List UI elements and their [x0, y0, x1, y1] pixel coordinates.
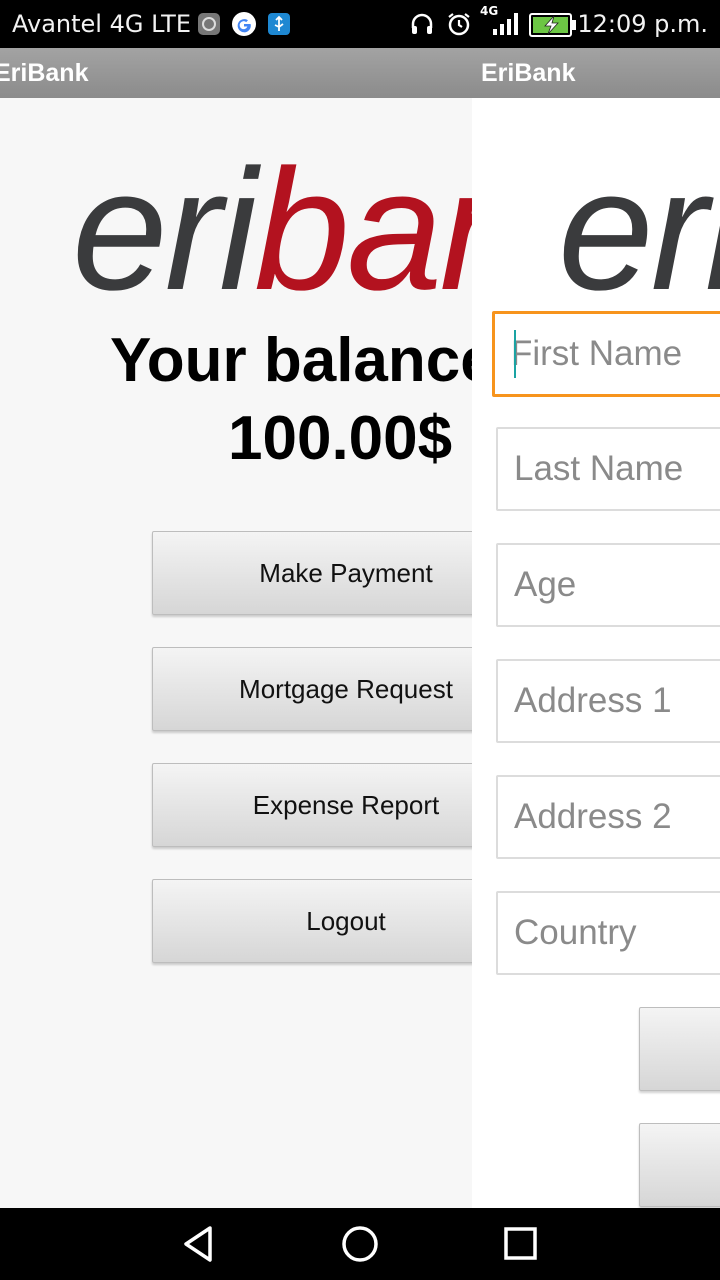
action-bar: EriBank	[472, 48, 720, 98]
balance-label: Your balance	[110, 326, 472, 395]
logout-button[interactable]: Logout	[152, 879, 472, 963]
address-1-input[interactable]	[514, 661, 720, 741]
country-input[interactable]	[514, 893, 720, 973]
back-icon[interactable]	[178, 1224, 222, 1264]
battery-charging-icon	[529, 13, 576, 37]
action-bar: EriBank	[0, 48, 472, 98]
logo-text-dark: eri	[72, 134, 257, 326]
balance-amount: 100.00$	[228, 404, 453, 473]
headphones-icon	[411, 13, 433, 34]
age-input[interactable]	[514, 545, 720, 625]
notification-app-icon	[198, 13, 220, 35]
alarm-icon	[448, 13, 470, 36]
mortgage-request-button[interactable]: Mortgage Request	[152, 647, 472, 731]
form-button[interactable]	[639, 1007, 720, 1091]
last-name-input[interactable]	[514, 429, 720, 509]
age-field[interactable]	[496, 543, 720, 627]
form-button[interactable]	[639, 1123, 720, 1207]
carrier-label: Avantel 4G LTE	[12, 10, 191, 38]
address-2-field[interactable]	[496, 775, 720, 859]
recents-icon[interactable]	[498, 1224, 542, 1264]
status-bar: Avantel 4G LTE 4G 12:09 p.m.	[0, 0, 720, 48]
navigation-bar	[0, 1208, 720, 1280]
eribank-logo: eriban	[72, 144, 472, 316]
mortgage-form-screen: EriBank eri	[472, 48, 720, 1208]
app-title: EriBank	[0, 59, 89, 87]
eribank-logo: eri	[558, 144, 720, 316]
last-name-field[interactable]	[496, 427, 720, 511]
google-icon	[232, 12, 256, 36]
home-icon[interactable]	[338, 1224, 382, 1264]
address-2-input[interactable]	[514, 777, 720, 857]
logo-text-red: ban	[254, 134, 472, 326]
logo-text-dark: eri	[558, 134, 720, 326]
text-caret	[514, 330, 516, 378]
country-field[interactable]	[496, 891, 720, 975]
first-name-field[interactable]	[492, 311, 720, 397]
account-screen: EriBank eriban Your balance 100.00$ Make…	[0, 48, 472, 1208]
address-1-field[interactable]	[496, 659, 720, 743]
first-name-input[interactable]	[511, 314, 720, 394]
usb-icon	[268, 13, 290, 35]
clock-label: 12:09 p.m.	[577, 10, 708, 38]
app-title: EriBank	[481, 59, 576, 87]
signal-icon	[493, 13, 518, 35]
make-payment-button[interactable]: Make Payment	[152, 531, 472, 615]
expense-report-button[interactable]: Expense Report	[152, 763, 472, 847]
